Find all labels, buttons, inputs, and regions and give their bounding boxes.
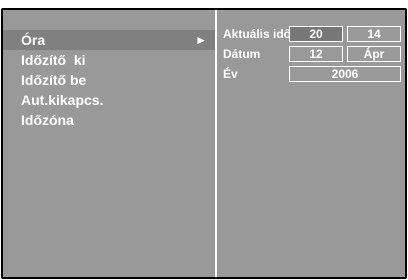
year-label: Év	[223, 67, 238, 81]
right-arrow-icon: ►	[195, 33, 207, 47]
menu-item-label: Óra	[21, 32, 46, 48]
current-time-label: Aktuális idő	[223, 27, 292, 41]
menu-item-label: Időzóna	[21, 112, 74, 128]
year-field[interactable]: 2006	[289, 66, 401, 82]
date-label: Dátum	[223, 47, 261, 61]
hour-field[interactable]: 20	[289, 26, 343, 42]
menu-item-label: Időzítő be	[21, 72, 87, 88]
clock-settings-panel: Aktuális idő 20 14 Dátum 12 Ápr Év 2006	[217, 10, 405, 277]
minute-field[interactable]: 14	[347, 26, 401, 42]
menu-item-aut-kikapcs[interactable]: Aut.kikapcs.	[3, 90, 215, 110]
month-field[interactable]: Ápr	[347, 46, 401, 62]
menu-item-idozito-be[interactable]: Időzítő be	[3, 70, 215, 90]
menu-item-idozito-ki[interactable]: Időzítő ki	[3, 50, 215, 70]
menu-panel: Óra ► Időzítő ki Időzítő be Aut.kikapcs.…	[3, 10, 217, 277]
menu-item-idozona[interactable]: Időzóna	[3, 110, 215, 130]
day-field[interactable]: 12	[289, 46, 343, 62]
menu-item-label: Aut.kikapcs.	[21, 92, 104, 108]
menu-item-ora[interactable]: Óra ►	[3, 30, 215, 50]
menu-item-label: Időzítő ki	[21, 52, 86, 68]
osd-frame: Óra ► Időzítő ki Időzítő be Aut.kikapcs.…	[1, 8, 407, 279]
